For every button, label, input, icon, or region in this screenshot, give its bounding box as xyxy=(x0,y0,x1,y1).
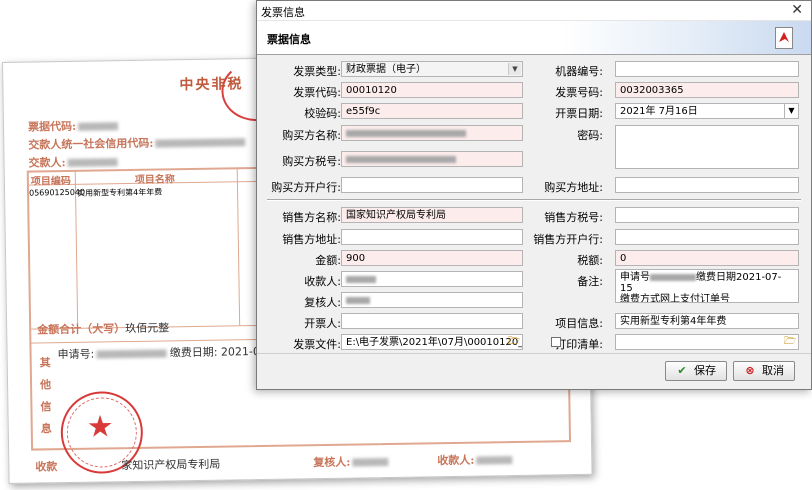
issue-date-picker[interactable]: 2021年 7月16日 ▼ xyxy=(615,103,799,119)
label-amount: 金额: xyxy=(315,254,341,267)
label-buyer-name: 购买方名称: xyxy=(282,129,341,142)
payer-credit-label: 交款人统一社会信用代码: xyxy=(28,133,246,152)
total-label: 金额合计（大写）玖佰元整 xyxy=(37,321,170,337)
label-remark: 备注: xyxy=(577,275,603,288)
footer-separator xyxy=(257,353,811,354)
banner-title: 票据信息 xyxy=(267,33,311,46)
label-seller-bank: 销售方开户行: xyxy=(533,233,603,246)
seller-address-field[interactable] xyxy=(341,229,523,245)
star-icon: ★ xyxy=(86,409,114,445)
amount-field[interactable]: 900 xyxy=(341,250,523,266)
print-list-field[interactable]: 🗁 xyxy=(615,334,799,350)
invoice-info-dialog: 发票信息 ✕ 票据信息 发票类型: 发票代码: 校验码: 购买方名称: 购买方税… xyxy=(256,0,812,390)
label-machine-no: 机器编号: xyxy=(555,65,603,78)
label-seller-tax-no: 销售方税号: xyxy=(544,211,603,224)
seller-bank-field[interactable] xyxy=(615,229,799,245)
item-name-cell: 实用新型专利第4年年费 xyxy=(77,187,163,198)
label-buyer-tax-no: 购买方税号: xyxy=(282,155,341,168)
label-password: 密码: xyxy=(577,129,603,142)
label-check-code: 校验码: xyxy=(304,107,341,120)
label-seller-name: 销售方名称: xyxy=(282,211,341,224)
dialog-title: 发票信息 xyxy=(261,6,305,19)
print-list-checkbox[interactable] xyxy=(551,337,561,347)
invoice-no-field[interactable]: 0032003365 xyxy=(615,82,799,98)
other-info-label: 其 他 信 息 xyxy=(39,356,52,436)
section-separator xyxy=(267,199,801,201)
label-print-list: 打印清单: xyxy=(555,338,603,351)
cancel-button[interactable]: ⊗ 取消 xyxy=(733,361,795,381)
cashier-footer: 收款人: xyxy=(437,451,513,468)
cancel-icon: ⊗ xyxy=(745,364,755,377)
label-invoice-type: 发票类型: xyxy=(293,65,341,78)
label-payee: 收款人: xyxy=(304,275,341,288)
label-reviewer: 复核人: xyxy=(304,296,341,309)
save-button[interactable]: ✔ 保存 xyxy=(665,361,727,381)
payee-footer: 收款 家知识产权局专利局 xyxy=(35,457,221,474)
close-icon[interactable]: ✕ xyxy=(791,2,803,18)
tax-field[interactable]: 0 xyxy=(615,250,799,266)
payee-field[interactable] xyxy=(341,271,523,287)
buyer-address-field[interactable] xyxy=(615,177,799,193)
col-item-name: 项目名称 xyxy=(134,174,175,186)
label-buyer-address: 购买方地址: xyxy=(544,181,603,194)
reviewer-footer: 复核人: xyxy=(313,453,389,470)
label-seller-address: 销售方地址: xyxy=(282,233,341,246)
dialog-banner: 票据信息 xyxy=(257,21,811,55)
invoice-file-field[interactable]: E:\电子发票\2021年\07月\00010120_00 🗁 xyxy=(341,334,523,350)
payer-label: 交款人: xyxy=(28,153,118,170)
issuer-field[interactable] xyxy=(341,313,523,329)
checkmark-icon: ✔ xyxy=(677,364,687,377)
check-code-field[interactable]: e55f9c xyxy=(341,103,523,119)
item-info-field[interactable]: 实用新型专利第4年年费 xyxy=(615,313,799,329)
invoice-code-field[interactable]: 00010120 xyxy=(341,82,523,98)
label-buyer-bank: 购买方开户行: xyxy=(271,181,341,194)
reviewer-field[interactable] xyxy=(341,292,523,308)
password-field[interactable] xyxy=(615,125,799,169)
invoice-code-label: 票据代码: xyxy=(28,117,119,134)
document-title: 中央非税 xyxy=(179,76,244,94)
invoice-type-select[interactable]: 财政票据（电子） ▼ xyxy=(341,61,523,77)
chevron-down-icon[interactable]: ▼ xyxy=(784,104,798,118)
buyer-bank-field[interactable] xyxy=(341,177,523,193)
remark-field[interactable]: 申请号缴费日期2021-07-15 缴费方式网上支付订单号11050001168… xyxy=(615,269,799,303)
seller-name-field[interactable]: 国家知识产权局专利局 xyxy=(341,207,523,223)
label-item-info: 项目信息: xyxy=(555,317,603,330)
pdf-icon xyxy=(775,27,793,49)
label-invoice-code: 发票代码: xyxy=(293,86,341,99)
folder-icon[interactable]: 🗁 xyxy=(783,336,797,348)
machine-no-field[interactable] xyxy=(615,61,799,77)
label-invoice-file: 发票文件: xyxy=(293,338,341,351)
label-issue-date: 开票日期: xyxy=(555,107,603,120)
seller-tax-no-field[interactable] xyxy=(615,207,799,223)
col-item-code: 项目编码 xyxy=(30,175,71,188)
buyer-tax-no-field[interactable] xyxy=(341,151,523,167)
label-invoice-no: 发票号码: xyxy=(555,86,603,99)
buyer-name-field[interactable] xyxy=(341,125,523,141)
label-issuer: 开票人: xyxy=(304,317,341,330)
dialog-titlebar: 发票信息 ✕ xyxy=(257,1,811,21)
label-tax: 税额: xyxy=(577,254,603,267)
